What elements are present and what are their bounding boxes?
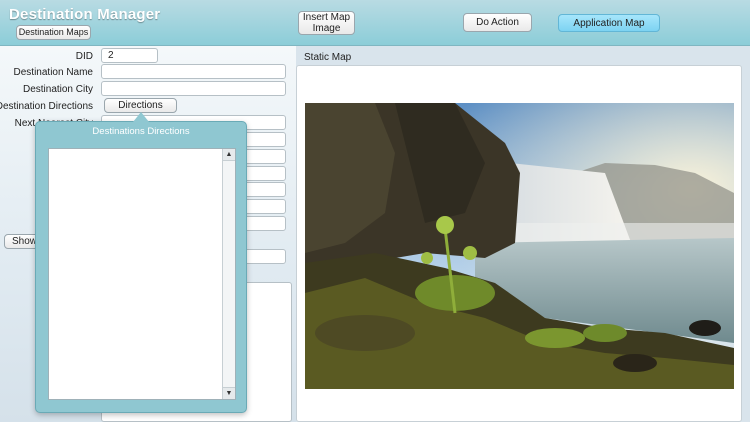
- did-label: DID: [75, 51, 93, 62]
- waterfall-landscape-image: [305, 103, 734, 389]
- destination-name-field[interactable]: [101, 64, 286, 79]
- directions-list[interactable]: ▲ ▼: [48, 148, 236, 400]
- popover-arrow: [133, 112, 149, 122]
- static-map-label: Static Map: [304, 52, 352, 63]
- did-field[interactable]: 2: [101, 48, 158, 63]
- app-title: Destination Manager: [9, 6, 161, 23]
- list-scrollbar[interactable]: ▲ ▼: [222, 149, 235, 399]
- destination-name-label: Destination Name: [13, 67, 93, 78]
- directions-button[interactable]: Directions: [104, 98, 177, 113]
- insert-map-image-button[interactable]: Insert Map Image: [298, 11, 355, 35]
- destination-city-field[interactable]: [101, 81, 286, 96]
- scroll-down-arrow-icon[interactable]: ▼: [223, 387, 235, 399]
- application-map-button[interactable]: Application Map: [558, 14, 660, 32]
- popover-title: Destinations Directions: [92, 126, 190, 137]
- landscape-photo-icon: [305, 103, 734, 389]
- do-action-button[interactable]: Do Action: [463, 13, 532, 32]
- scroll-up-arrow-icon[interactable]: ▲: [223, 149, 235, 161]
- destination-city-label: Destination City: [22, 84, 93, 95]
- destination-directions-label: Destination Directions: [0, 101, 93, 112]
- directions-popover: Destinations Directions ▲ ▼: [35, 121, 247, 413]
- destination-maps-button[interactable]: Destination Maps: [16, 25, 91, 40]
